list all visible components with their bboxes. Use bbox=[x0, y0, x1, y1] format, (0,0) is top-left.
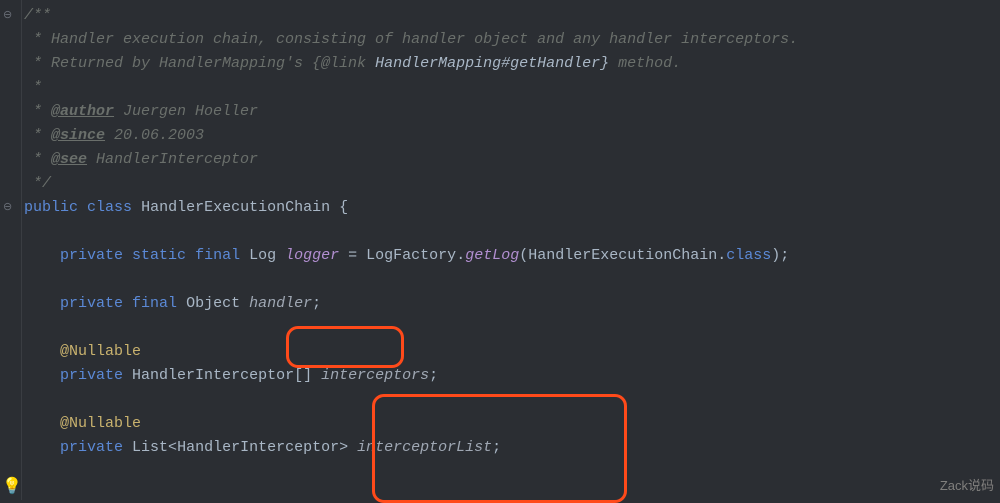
keyword: static bbox=[132, 247, 186, 264]
code-editor[interactable]: /** * Handler execution chain, consistin… bbox=[22, 4, 798, 460]
keyword: class bbox=[87, 199, 132, 216]
code-text: * bbox=[24, 79, 42, 96]
code-text: Juergen Hoeller bbox=[114, 103, 258, 120]
code-text: HandlerInterceptor bbox=[87, 151, 258, 168]
keyword: private bbox=[60, 247, 123, 264]
intention-bulb-icon[interactable]: 💡 bbox=[2, 475, 22, 499]
code-text: 20.06.2003 bbox=[105, 127, 204, 144]
highlight-box bbox=[372, 394, 627, 503]
javadoc-see-tag: @see bbox=[51, 151, 87, 168]
fold-icon[interactable]: ⊖ bbox=[3, 196, 12, 220]
keyword: final bbox=[195, 247, 240, 264]
method-name: getLog bbox=[465, 247, 519, 264]
code-text: * Handler execution chain, consisting of… bbox=[24, 31, 798, 48]
javadoc-since-tag: @since bbox=[51, 127, 105, 144]
watermark: Zack说码 bbox=[940, 474, 994, 498]
fold-icon[interactable]: ⊖ bbox=[3, 4, 12, 28]
annotation: @Nullable bbox=[60, 343, 141, 360]
code-text: = bbox=[339, 247, 366, 264]
type-name: List< bbox=[132, 439, 177, 456]
type-name: HandlerInterceptor bbox=[177, 439, 339, 456]
keyword: private bbox=[60, 439, 123, 456]
code-text: {@link bbox=[312, 55, 366, 72]
code-text: ; bbox=[312, 295, 321, 312]
keyword: private bbox=[60, 295, 123, 312]
code-text: ; bbox=[429, 367, 438, 384]
code-text: * Returned by HandlerMapping's bbox=[24, 55, 312, 72]
editor-gutter: ⊖ ⊖ 💡 bbox=[0, 0, 22, 500]
code-text: (HandlerExecutionChain. bbox=[519, 247, 726, 264]
type-name: > bbox=[339, 439, 348, 456]
highlight-box bbox=[286, 326, 404, 368]
code-text: . bbox=[456, 247, 465, 264]
class-name: HandlerExecutionChain bbox=[141, 199, 330, 216]
javadoc-link[interactable]: HandlerMapping#getHandler} bbox=[366, 55, 609, 72]
field-name: logger bbox=[285, 247, 339, 264]
type-name: Log bbox=[249, 247, 276, 264]
field-name: interceptors bbox=[321, 367, 429, 384]
code-text: ); bbox=[771, 247, 789, 264]
field-name: handler bbox=[249, 295, 312, 312]
code-text: /** bbox=[24, 7, 51, 24]
keyword: public bbox=[24, 199, 78, 216]
type-name: Object bbox=[186, 295, 240, 312]
code-text: { bbox=[330, 199, 348, 216]
code-text: method. bbox=[609, 55, 681, 72]
type-name: LogFactory bbox=[366, 247, 456, 264]
keyword: class bbox=[726, 247, 771, 264]
javadoc-author-tag: @author bbox=[51, 103, 114, 120]
keyword: private bbox=[60, 367, 123, 384]
annotation: @Nullable bbox=[60, 415, 141, 432]
keyword: final bbox=[132, 295, 177, 312]
type-name: HandlerInterceptor[] bbox=[132, 367, 312, 384]
code-text: */ bbox=[24, 175, 51, 192]
